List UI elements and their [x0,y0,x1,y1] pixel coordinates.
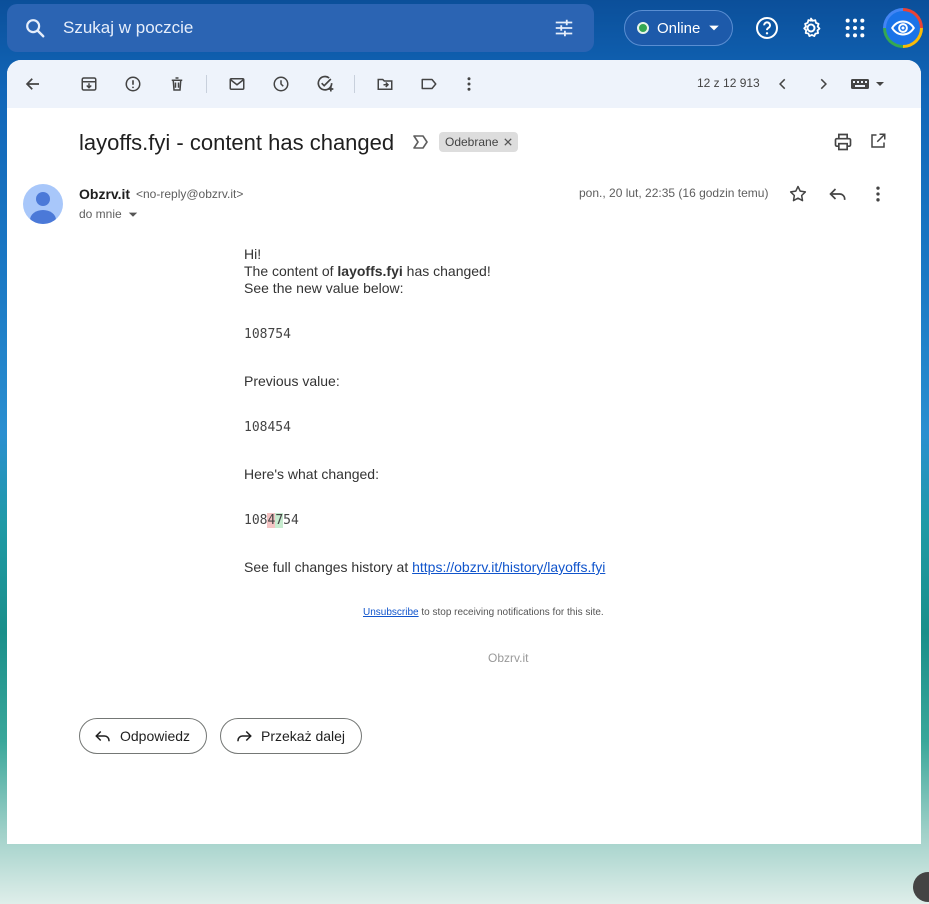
important-marker-icon[interactable] [413,135,429,154]
chevron-down-icon [709,25,720,31]
settings-gear-icon[interactable] [795,12,827,44]
apps-grid-icon[interactable] [839,12,871,44]
search-input[interactable]: Szukaj w poczcie [63,18,534,38]
mark-unread-icon[interactable] [225,72,249,96]
site-name: layoffs.fyi [337,263,403,279]
email-toolbar: 12 z 12 913 [7,60,921,108]
help-icon[interactable] [751,12,783,44]
see-new-value-line: See the new value below: [244,280,404,296]
open-in-new-window-icon[interactable] [869,132,887,155]
unsubscribe-link[interactable]: Unsubscribe [363,607,419,618]
forward-icon [237,730,252,742]
greeting: Hi! [244,246,262,262]
forward-button-label: Przekaż dalej [261,728,346,744]
delete-icon[interactable] [165,72,189,96]
pager-text: 12 z 12 913 [697,76,760,90]
eye-icon [886,11,920,45]
email-panel: 12 z 12 913 layoffs.fyi - content has ch… [7,60,921,844]
diff-added: 7 [275,513,284,528]
new-value: 108754 [244,327,291,342]
label-chip[interactable]: Odebrane [439,132,519,152]
unsubscribe-line: Unsubscribe to stop receiving notificati… [363,607,604,618]
add-task-icon[interactable] [313,72,337,96]
search-options-icon[interactable] [534,17,594,39]
email-subject: layoffs.fyi - content has changed [79,130,395,155]
reply-icon [95,730,110,742]
previous-value-label: Previous value: [244,373,340,389]
reply-button[interactable]: Odpowiedz [79,718,208,754]
content-changed-line: The content of layoffs.fyi has changed! [244,263,491,279]
search-bar[interactable]: Szukaj w poczcie [7,4,594,52]
search-icon[interactable] [7,17,63,39]
reply-icon[interactable] [828,184,848,209]
snooze-icon[interactable] [269,72,293,96]
move-to-icon[interactable] [373,72,397,96]
diff-value: 1084754 [244,513,299,528]
forward-button[interactable]: Przekaż dalej [220,718,363,754]
close-icon[interactable] [504,135,513,149]
archive-icon[interactable] [77,72,101,96]
more-vert-icon[interactable] [457,72,481,96]
changed-label: Here's what changed: [244,466,379,482]
print-icon[interactable] [833,132,853,157]
history-line: See full changes history at https://obzr… [244,559,606,575]
reply-button-label: Odpowiedz [120,728,191,744]
history-link[interactable]: https://obzrv.it/history/layoffs.fyi [412,559,605,575]
more-vert-icon[interactable] [868,184,888,209]
back-arrow-icon[interactable] [21,72,45,96]
recipient-label: do mnie [79,207,122,221]
email-date: pon., 20 lut, 22:35 (16 godzin temu) [579,186,769,200]
recipient-details[interactable]: do mnie [79,207,140,221]
input-tools-icon[interactable] [849,72,889,96]
label-chip-text: Odebrane [445,135,499,149]
chevron-left-icon[interactable] [771,72,795,96]
sender-avatar[interactable] [23,184,63,224]
email-body: Hi! The content of layoffs.fyi has chang… [244,246,605,576]
footer-brand: Obzrv.it [488,651,529,665]
status-chip[interactable]: Online [624,10,733,46]
account-avatar[interactable] [883,8,923,48]
side-panel-toggle-icon[interactable] [913,872,929,902]
sender-email: <no-reply@obzrv.it> [136,187,244,201]
report-spam-icon[interactable] [121,72,145,96]
chevron-down-icon[interactable] [126,207,140,221]
chevron-right-icon[interactable] [811,72,835,96]
label-icon[interactable] [417,72,441,96]
sender-name[interactable]: Obzrv.it [79,186,130,202]
star-icon[interactable] [788,184,808,209]
online-status-dot [637,22,649,34]
status-label: Online [657,19,701,37]
previous-value: 108454 [244,420,291,435]
